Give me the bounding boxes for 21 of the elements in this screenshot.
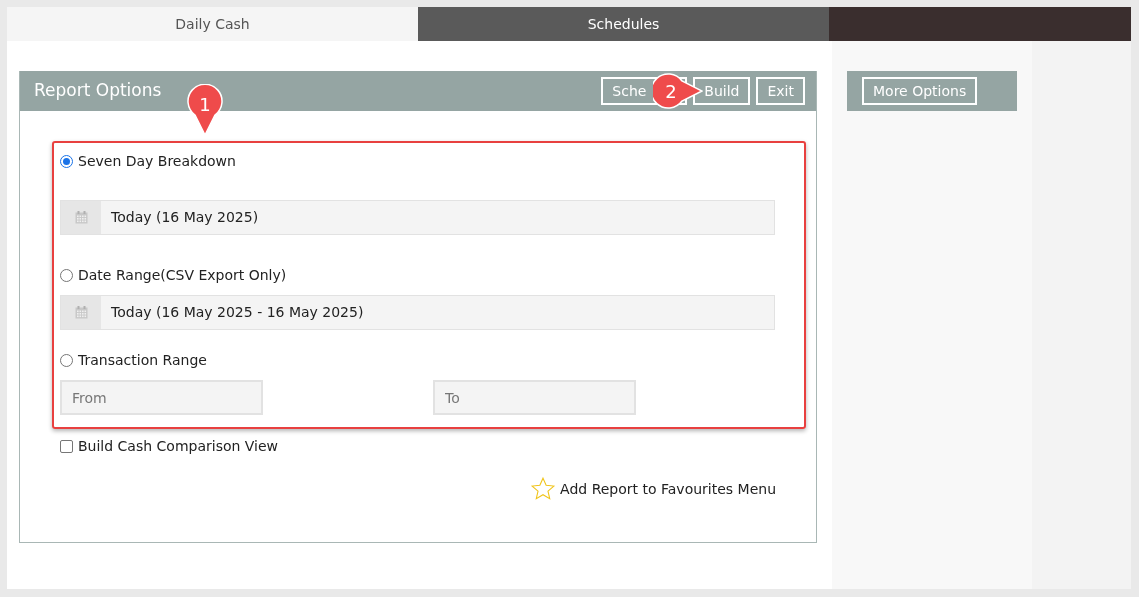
calendar-icon (74, 306, 88, 319)
callout-tooltip: 1 (187, 84, 223, 136)
option-label: Seven Day Breakdown (78, 151, 236, 171)
range-field[interactable]: From (60, 380, 263, 415)
callout-tooltip: 2 (653, 73, 703, 109)
option-label: Date Range(CSV Export Only) (78, 265, 287, 285)
checkbox-label: Build Cash Comparison View (78, 436, 279, 456)
star-icon[interactable] (530, 476, 557, 502)
radio-button[interactable] (60, 154, 73, 168)
range-field[interactable]: To (433, 380, 636, 415)
date-field[interactable]: Today (16 May 2025 - 16 May 2025) (60, 295, 775, 330)
radio-button[interactable] (60, 268, 73, 282)
favourites-link[interactable]: Add Report to Favourites Menu (560, 478, 776, 500)
calendar-icon (74, 211, 88, 224)
radio-button[interactable] (60, 353, 73, 367)
date-field[interactable]: Today (16 May 2025) (60, 200, 775, 235)
option-label: Transaction Range (78, 350, 207, 370)
tab[interactable]: Schedules (418, 7, 829, 41)
panel-title: Report Options (34, 79, 162, 103)
tab[interactable]: Daily Cash (7, 7, 418, 41)
checkbox[interactable] (60, 439, 73, 453)
